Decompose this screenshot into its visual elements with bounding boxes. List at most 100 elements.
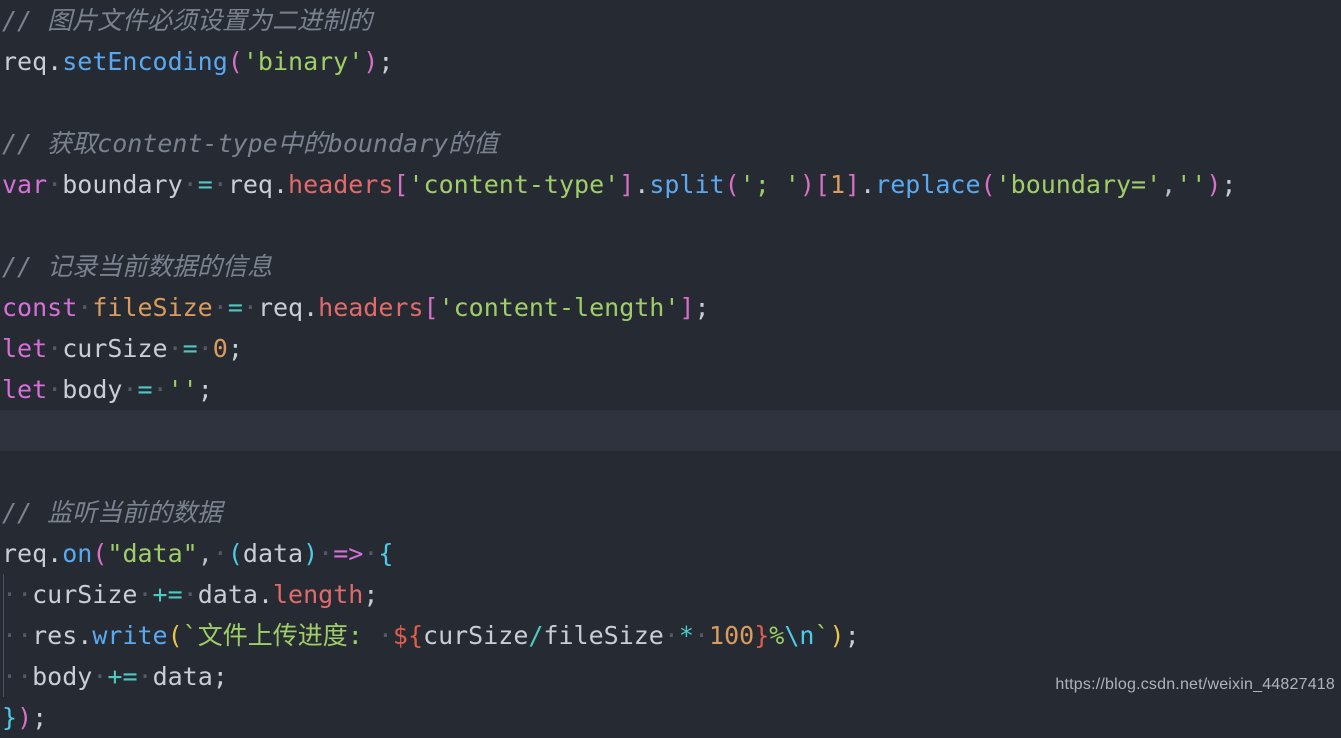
operator-assign: = <box>197 170 213 199</box>
identifier-body: body <box>32 662 93 691</box>
code-line: let·body·=·''; <box>0 369 1341 410</box>
paren-open: ( <box>227 47 243 76</box>
comment-token: // 图片文件必须设置为二进制的 <box>2 6 373 35</box>
bracket-close: ] <box>679 293 695 322</box>
keyword-let: let <box>2 375 48 404</box>
method-write: write <box>92 621 168 650</box>
semicolon: ; <box>227 334 243 363</box>
paren-close: ) <box>17 703 33 732</box>
string-data: "data" <box>107 539 198 568</box>
semicolon: ; <box>197 375 213 404</box>
space-dot: · <box>137 662 153 691</box>
space-dot: · <box>47 375 63 404</box>
space-dot: · <box>2 662 18 691</box>
identifier-cursize: curSize <box>62 334 168 363</box>
identifier-data: data <box>197 580 258 609</box>
comment-token: // 记录当前数据的信息 <box>2 252 273 281</box>
paren-open: ( <box>980 170 996 199</box>
space-dot: · <box>137 580 153 609</box>
semicolon: ; <box>32 703 48 732</box>
identifier-filesize: fileSize <box>543 621 664 650</box>
code-line: ··curSize·+=·data.length; <box>0 574 1341 615</box>
dot-token: . <box>47 47 63 76</box>
operator-assign: = <box>182 334 198 363</box>
backtick-open: ` <box>182 621 198 650</box>
space-dot: · <box>242 293 258 322</box>
code-line: req.on("data",·(data)·=>·{ <box>0 533 1341 574</box>
paren-close: ) <box>829 621 845 650</box>
space-dot: · <box>2 621 18 650</box>
bracket-open: [ <box>814 170 830 199</box>
space-dot: · <box>197 334 213 363</box>
string-empty: '' <box>1176 170 1207 199</box>
identifier-cursize: curSize <box>423 621 529 650</box>
identifier-req: req <box>227 170 273 199</box>
space-dot: · <box>182 170 198 199</box>
semicolon: ; <box>694 293 710 322</box>
operator-multiply: * <box>678 621 694 650</box>
method-on: on <box>62 539 93 568</box>
paren-open: ( <box>92 539 108 568</box>
code-line: // 监听当前的数据 <box>0 492 1341 533</box>
identifier-filesize: fileSize <box>92 293 213 322</box>
keyword-let: let <box>2 334 48 363</box>
paren-close: ) <box>799 170 815 199</box>
string-binary: 'binary' <box>242 47 364 76</box>
identifier-cursize: curSize <box>32 580 138 609</box>
dot-token: . <box>47 539 63 568</box>
operator-plus-assign: += <box>107 662 138 691</box>
semicolon: ; <box>378 47 394 76</box>
method-setencoding: setEncoding <box>62 47 228 76</box>
interpolation-close: } <box>754 621 770 650</box>
identifier-body: body <box>62 375 123 404</box>
percent-literal: % <box>769 621 785 650</box>
operator-arrow: => <box>333 539 364 568</box>
string-content-length: 'content-length' <box>438 293 680 322</box>
bracket-close: ] <box>619 170 635 199</box>
space-dot: · <box>2 580 18 609</box>
watermark-url: https://blog.csdn.net/weixin_44827418 <box>1055 676 1335 693</box>
space-dot: · <box>92 662 108 691</box>
identifier-data: data <box>152 662 213 691</box>
space-dot: · <box>47 334 63 363</box>
interpolation-open: ${ <box>392 621 424 650</box>
code-line: let·curSize·=·0; <box>0 328 1341 369</box>
property-headers: headers <box>288 170 394 199</box>
code-editor[interactable]: // 图片文件必须设置为二进制的 req.setEncoding('binary… <box>0 0 1341 732</box>
space-dot: · <box>663 621 679 650</box>
code-line: req.setEncoding('binary'); <box>0 41 1341 82</box>
comment-token: // 监听当前的数据 <box>2 498 223 527</box>
space-dot: · <box>693 621 710 650</box>
code-line: // 记录当前数据的信息 <box>0 246 1341 287</box>
space-dot: · <box>212 170 228 199</box>
space-dot: · <box>167 334 183 363</box>
space-dot: · <box>182 580 198 609</box>
space-dot: · <box>212 539 228 568</box>
space-dot: · <box>152 375 168 404</box>
semicolon: ; <box>1221 170 1237 199</box>
dot-token: . <box>272 170 289 199</box>
escape-newline: \n <box>784 621 815 650</box>
brace-close: } <box>2 703 18 732</box>
number-zero: 0 <box>212 334 228 363</box>
space-dot: · <box>363 539 379 568</box>
dot-token: . <box>860 170 876 199</box>
dot-token: . <box>257 580 273 609</box>
space-dot: · <box>17 662 33 691</box>
code-line: // 图片文件必须设置为二进制的 <box>0 0 1341 41</box>
space-dot: · <box>17 621 33 650</box>
template-text: 文件上传进度: <box>197 621 378 650</box>
number-index: 1 <box>829 170 846 199</box>
code-line: const·fileSize·=·req.headers['content-le… <box>0 287 1341 328</box>
paren-close: ) <box>303 539 319 568</box>
comment-token: // 获取content-type中的boundary的值 <box>2 129 499 158</box>
operator-plus-assign: += <box>152 580 183 609</box>
code-line: }); <box>0 697 1341 738</box>
property-headers: headers <box>318 293 424 322</box>
keyword-const: const <box>2 293 78 322</box>
code-line: var·boundary·=·req.headers['content-type… <box>0 164 1341 205</box>
comma-token: , <box>1161 170 1177 199</box>
backtick-close: ` <box>814 621 830 650</box>
paren-open: ( <box>227 539 243 568</box>
